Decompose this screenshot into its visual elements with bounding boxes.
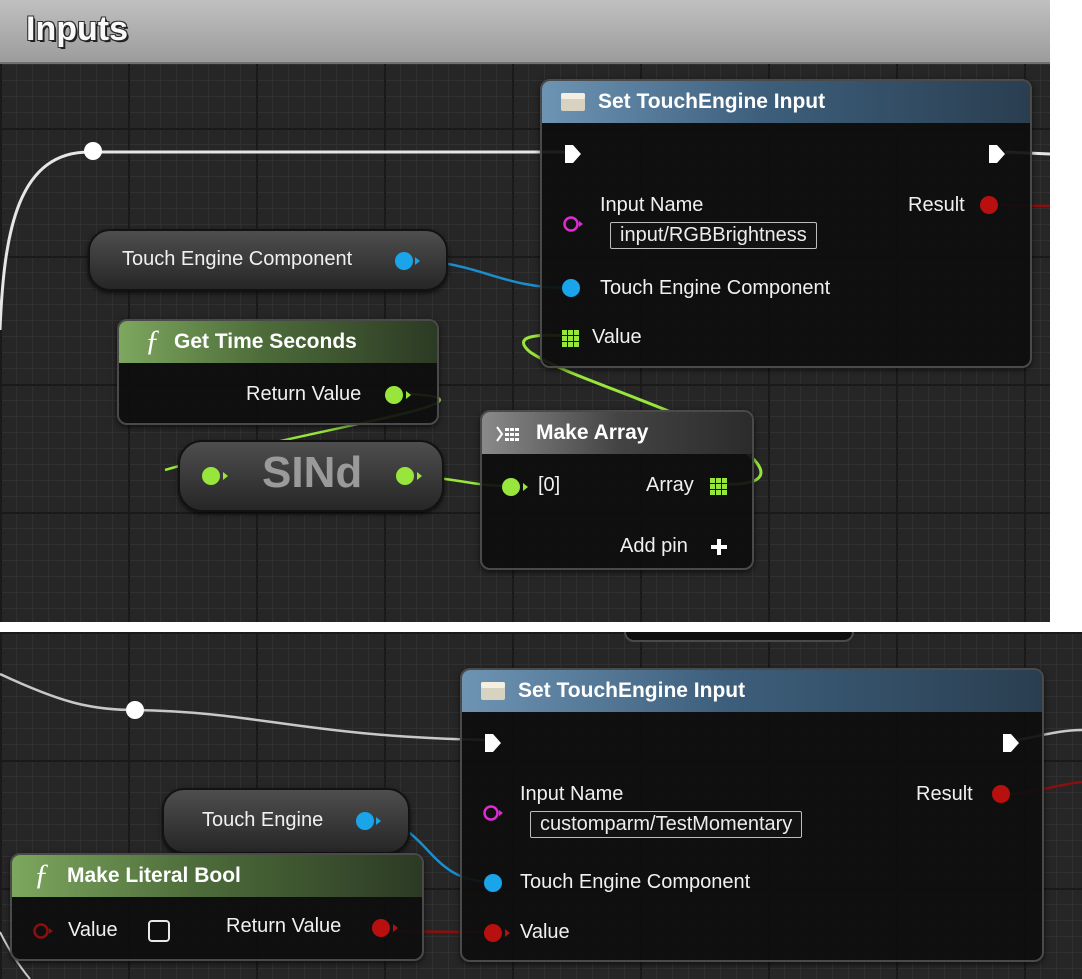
- array-grid-icon[interactable]: [562, 330, 580, 348]
- index-pin-arrow: [523, 483, 528, 491]
- node-header: Set TouchEngine Input: [462, 670, 1042, 712]
- result-pin[interactable]: [992, 785, 1010, 803]
- exec-in-pin-icon[interactable]: [484, 732, 502, 754]
- exec-out-pin-icon[interactable]: [988, 143, 1006, 165]
- input-name-field[interactable]: input/RGBBrightness: [610, 222, 817, 249]
- sind-node[interactable]: SINd: [178, 440, 444, 512]
- get-time-seconds-node[interactable]: ƒ Get Time Seconds Return Value: [117, 319, 439, 425]
- return-value-pin[interactable]: [385, 386, 403, 404]
- sind-in-pin[interactable]: [202, 467, 220, 485]
- string-pin-icon[interactable]: [482, 803, 504, 823]
- return-value-label: Return Value: [226, 915, 342, 937]
- variable-out-pin[interactable]: [356, 812, 374, 830]
- value-pin[interactable]: [484, 924, 502, 942]
- node-title: Set TouchEngine Input: [598, 90, 826, 113]
- result-label: Result: [916, 783, 973, 805]
- return-value-pin[interactable]: [372, 919, 390, 937]
- bottom-graph-panel[interactable]: Set TouchEngine Input Input Name customp…: [0, 632, 1082, 979]
- make-array-node[interactable]: Make Array [0] Array Add pin: [480, 410, 754, 570]
- set-touchengine-input-node[interactable]: Set TouchEngine Input Input Name input/R…: [540, 79, 1032, 368]
- node-title: Make Array: [536, 421, 649, 444]
- value-label: Value: [592, 326, 642, 348]
- variable-label: Touch Engine: [202, 809, 324, 831]
- array-label: Array: [646, 474, 694, 496]
- top-graph-panel[interactable]: Inputs Set TouchEngine Input Input Name …: [0, 0, 1050, 622]
- value-label: Value: [520, 921, 570, 943]
- add-pin-label: Add pin: [620, 535, 688, 557]
- variable-out-pin[interactable]: [395, 252, 413, 270]
- value-label: Value: [68, 919, 118, 941]
- set-node-icon: [561, 93, 585, 111]
- node-title: Set TouchEngine Input: [518, 679, 746, 702]
- function-icon: ƒ: [145, 324, 160, 357]
- return-pin-arrow: [406, 391, 411, 399]
- sind-label: SINd: [262, 448, 363, 497]
- string-pin-icon[interactable]: [562, 214, 584, 234]
- set-node-icon: [481, 682, 505, 700]
- node-title: Make Literal Bool: [67, 864, 241, 887]
- function-icon: ƒ: [34, 858, 49, 891]
- index-0-label: [0]: [538, 474, 561, 496]
- reroute-node: [84, 142, 102, 160]
- variable-pin-arrow: [376, 817, 381, 825]
- bool-in-pin-icon[interactable]: [32, 921, 54, 941]
- variable-pin-arrow: [415, 257, 420, 265]
- result-label: Result: [908, 194, 965, 216]
- reroute-node: [126, 701, 144, 719]
- array-out-pin-icon[interactable]: [710, 478, 728, 496]
- index-0-pin[interactable]: [502, 478, 520, 496]
- graph-title: Inputs: [26, 10, 128, 48]
- component-label: Touch Engine Component: [520, 871, 751, 893]
- make-literal-bool-node[interactable]: ƒ Make Literal Bool Value Return Value: [10, 853, 424, 961]
- add-pin-icon[interactable]: [710, 538, 728, 556]
- node-header: ƒ Get Time Seconds: [119, 321, 437, 363]
- exec-in-pin-icon[interactable]: [564, 143, 582, 165]
- exec-out-pin-icon[interactable]: [1002, 732, 1020, 754]
- variable-label: Touch Engine Component: [122, 248, 353, 270]
- value-checkbox[interactable]: [148, 920, 170, 942]
- touch-engine-component-variable[interactable]: Touch Engine Component: [88, 229, 448, 291]
- return-value-label: Return Value: [246, 383, 362, 405]
- component-pin[interactable]: [484, 874, 502, 892]
- sind-in-arrow: [223, 472, 228, 480]
- input-name-label: Input Name: [600, 194, 704, 216]
- exec-wire: [0, 672, 489, 742]
- input-name-field[interactable]: customparm/TestMomentary: [530, 811, 803, 838]
- value-pin-arrow: [505, 929, 510, 937]
- result-pin[interactable]: [980, 196, 998, 214]
- partial-node-edge: [624, 632, 854, 642]
- make-array-icon: [496, 426, 519, 442]
- node-header: Make Array: [482, 412, 752, 454]
- graph-title-bar: Inputs: [0, 0, 1050, 64]
- set-touchengine-input-node-2[interactable]: Set TouchEngine Input Input Name customp…: [460, 668, 1044, 962]
- sind-out-pin[interactable]: [396, 467, 414, 485]
- return-pin-arrow: [393, 924, 398, 932]
- node-title: Get Time Seconds: [174, 330, 357, 353]
- node-header: Set TouchEngine Input: [542, 81, 1030, 123]
- node-header: ƒ Make Literal Bool: [12, 855, 422, 897]
- sind-out-arrow: [417, 472, 422, 480]
- component-label: Touch Engine Component: [600, 277, 831, 299]
- component-pin[interactable]: [562, 279, 580, 297]
- touch-engine-variable[interactable]: Touch Engine: [162, 788, 410, 854]
- input-name-label: Input Name: [520, 783, 624, 805]
